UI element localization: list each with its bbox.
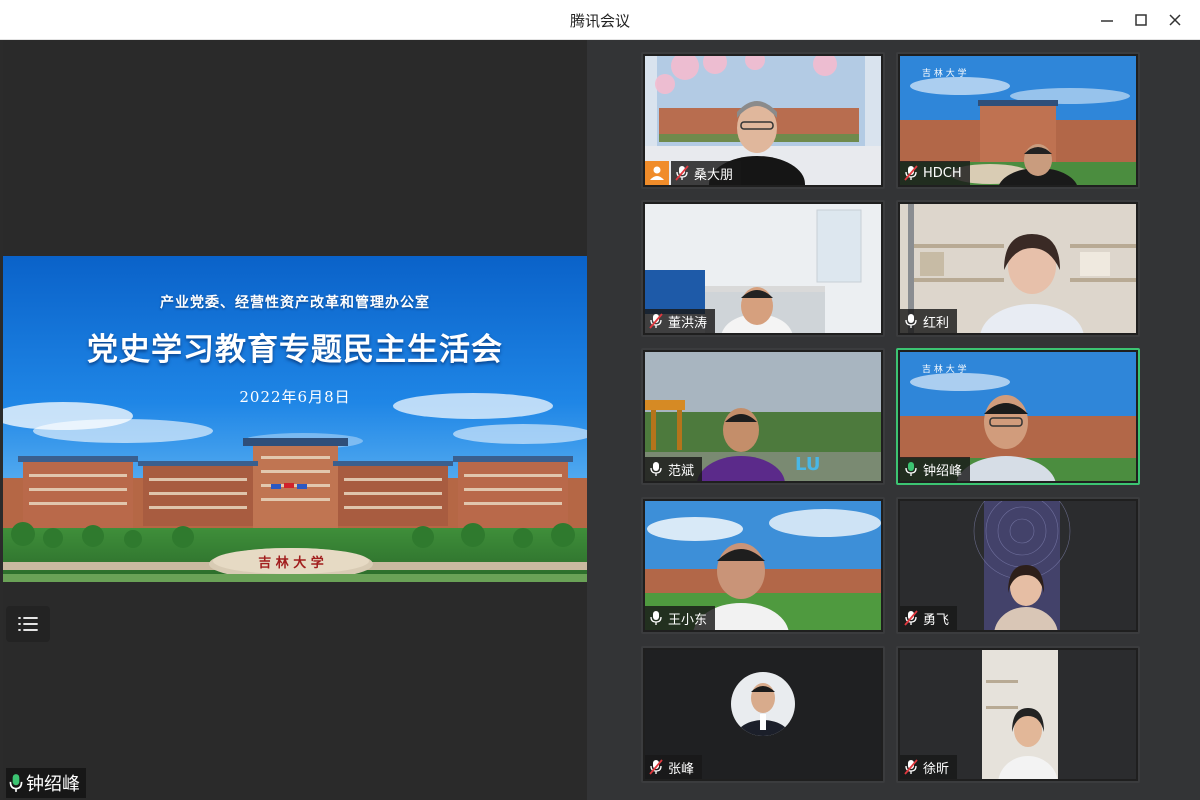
mic-muted-icon: [904, 759, 918, 775]
svg-text:吉 林 大 学: 吉 林 大 学: [922, 67, 967, 79]
video-tile[interactable]: 红利: [896, 200, 1140, 337]
shared-slide: 吉 林 大 学 产业党委、经营性资产改革和管理办公室 党史学习教育专题民主生活会…: [3, 256, 587, 582]
title-bar: 腾讯会议: [0, 0, 1200, 40]
svg-text:LU: LU: [795, 454, 820, 475]
participant-name: 桑大朋: [694, 167, 734, 183]
window-title: 腾讯会议: [569, 12, 630, 30]
video-tile[interactable]: 张峰: [641, 646, 885, 783]
maximize-button[interactable]: [1126, 6, 1156, 34]
video-tile[interactable]: 勇飞: [896, 497, 1140, 634]
participant-label: 王小东: [645, 606, 716, 630]
video-tile[interactable]: 董洪涛: [641, 200, 885, 337]
mic-on-icon: [650, 611, 662, 625]
active-speaker-tag: 钟绍峰: [6, 768, 86, 798]
video-tile[interactable]: 徐昕: [896, 646, 1140, 783]
mic-on-icon: [650, 462, 662, 476]
video-tile-active-speaker[interactable]: 吉 林 大 学 钟绍峰: [896, 348, 1140, 485]
maximize-icon: [1135, 14, 1147, 26]
mic-muted-icon: [649, 313, 663, 329]
svg-text:吉 林 大 学: 吉 林 大 学: [258, 555, 324, 571]
video-tile[interactable]: 吉 林 大 学 HDCH: [896, 52, 1140, 189]
user-avatar-badge: [645, 161, 669, 185]
video-tile[interactable]: 王小东: [641, 497, 885, 634]
participant-label: HDCH: [900, 161, 970, 185]
participant-label: 徐昕: [900, 755, 958, 779]
participant-label: 张峰: [645, 755, 703, 779]
participant-label: 红利: [900, 309, 958, 333]
active-speaker-name: 钟绍峰: [26, 774, 80, 795]
participant-name: HDCH: [923, 165, 962, 181]
mic-on-icon: [9, 774, 23, 792]
participant-label: 桑大朋: [671, 161, 742, 185]
mic-on-icon: [905, 462, 917, 476]
participant-label: 钟绍峰: [900, 457, 971, 481]
video-tile[interactable]: 桑大朋: [641, 52, 885, 189]
participant-label: 范斌: [645, 457, 703, 481]
close-button[interactable]: [1160, 6, 1190, 34]
slide-organization: 产业党委、经营性资产改革和管理办公室: [160, 295, 430, 311]
mic-on-icon: [905, 314, 917, 328]
participant-name: 钟绍峰: [923, 463, 963, 479]
slide-date: 2022年6月8日: [239, 388, 351, 406]
mic-muted-icon: [649, 759, 663, 775]
participant-list-button[interactable]: [6, 606, 50, 642]
mic-muted-icon: [904, 610, 918, 626]
participant-name: 张峰: [668, 761, 695, 777]
mic-muted-icon: [904, 165, 918, 181]
user-icon: [650, 166, 664, 180]
main-share-view: 吉 林 大 学 产业党委、经营性资产改革和管理办公室 党史学习教育专题民主生活会…: [3, 40, 587, 800]
participant-name: 勇飞: [923, 612, 950, 628]
slide-title: 党史学习教育专题民主生活会: [87, 332, 503, 368]
participant-name: 徐昕: [923, 761, 950, 777]
participant-name: 王小东: [668, 612, 708, 628]
close-icon: [1169, 14, 1181, 26]
minimize-icon: [1101, 20, 1113, 22]
participant-name: 董洪涛: [668, 315, 708, 331]
participant-name: 红利: [923, 315, 950, 331]
meeting-stage: 吉 林 大 学 产业党委、经营性资产改革和管理办公室 党史学习教育专题民主生活会…: [0, 40, 1200, 800]
list-icon: [18, 617, 38, 631]
participant-label: 董洪涛: [645, 309, 716, 333]
mic-muted-icon: [675, 165, 689, 181]
svg-text:吉 林 大 学: 吉 林 大 学: [922, 363, 967, 375]
minimize-button[interactable]: [1092, 6, 1122, 34]
participant-name: 范斌: [668, 463, 695, 479]
video-gallery: 桑大朋 吉 林 大 学 HDCH 董洪涛 红利 LU 范斌 吉 林 大 学 钟绍…: [587, 40, 1200, 800]
video-tile[interactable]: LU 范斌: [641, 348, 885, 485]
participant-label: 勇飞: [900, 606, 958, 630]
